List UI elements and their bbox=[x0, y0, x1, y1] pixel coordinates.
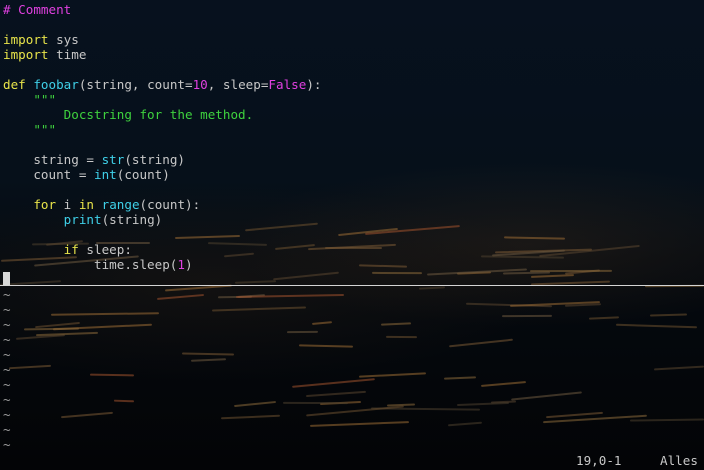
code-line[interactable]: print(string) bbox=[3, 212, 163, 227]
code-token: (string) bbox=[101, 212, 163, 227]
code-token: ) bbox=[184, 257, 193, 272]
code-token: count = bbox=[3, 167, 94, 182]
code-line[interactable]: def foobar(string, count=10, sleep=False… bbox=[3, 77, 322, 92]
empty-line-marker: ~ bbox=[3, 317, 11, 332]
code-token: (string, count= bbox=[78, 77, 193, 92]
code-token: (count): bbox=[139, 197, 201, 212]
code-token: foobar bbox=[33, 77, 79, 92]
empty-line-marker: ~ bbox=[3, 377, 11, 392]
code-line[interactable]: if sleep: bbox=[3, 242, 132, 257]
code-line[interactable]: string = str(string) bbox=[3, 152, 185, 167]
code-token: str bbox=[101, 152, 125, 167]
code-token: # Comment bbox=[3, 2, 72, 17]
empty-line-marker: ~ bbox=[3, 302, 11, 317]
empty-line-marker: ~ bbox=[3, 422, 11, 437]
code-token: time.sleep( bbox=[3, 257, 178, 272]
vim-editor[interactable]: # Comment import sys import time def foobar… bbox=[0, 0, 704, 470]
code-token: import bbox=[3, 47, 49, 62]
code-token: string = bbox=[3, 152, 102, 167]
code-line[interactable]: count = int(count) bbox=[3, 167, 170, 182]
code-token: import bbox=[3, 32, 49, 47]
code-line[interactable]: time.sleep(1) bbox=[3, 257, 193, 272]
code-token: range bbox=[101, 197, 140, 212]
code-token: for bbox=[33, 197, 57, 212]
code-token: , sleep= bbox=[207, 77, 269, 92]
code-line[interactable]: import time bbox=[3, 47, 86, 62]
code-token: sleep: bbox=[78, 242, 132, 257]
code-token: i bbox=[56, 197, 79, 212]
code-line[interactable]: # Comment bbox=[3, 2, 71, 17]
code-token: in bbox=[78, 197, 95, 212]
code-token: time bbox=[48, 47, 87, 62]
code-token: if bbox=[63, 242, 79, 257]
empty-line-marker: ~ bbox=[3, 332, 11, 347]
code-token: sys bbox=[48, 32, 79, 47]
code-token: False bbox=[268, 77, 307, 92]
code-token: 1 bbox=[177, 257, 185, 272]
code-line[interactable]: for i in range(count): bbox=[3, 197, 200, 212]
code-token: (count) bbox=[116, 167, 170, 182]
empty-line-marker: ~ bbox=[3, 362, 11, 377]
code-token: print bbox=[63, 212, 102, 227]
empty-line-marker: ~ bbox=[3, 407, 11, 422]
code-line[interactable]: """ bbox=[3, 122, 56, 137]
code-line[interactable]: """ bbox=[3, 92, 56, 107]
code-token: """ bbox=[33, 92, 57, 107]
code-line[interactable]: import sys bbox=[3, 32, 79, 47]
code-line[interactable]: Docstring for the method. bbox=[3, 107, 254, 122]
code-token: def bbox=[3, 77, 26, 92]
empty-line-marker: ~ bbox=[3, 392, 11, 407]
code-token: 10 bbox=[192, 77, 208, 92]
cursor-position: 19,0-1 bbox=[576, 453, 622, 468]
code-token: (string) bbox=[124, 152, 185, 167]
scroll-position: Alles bbox=[660, 453, 698, 468]
code-token: int bbox=[94, 167, 117, 182]
empty-line-marker: ~ bbox=[3, 287, 11, 302]
code-token: Docstring for the method. bbox=[3, 107, 254, 122]
code-token: """ bbox=[33, 122, 57, 137]
empty-line-marker: ~ bbox=[3, 347, 11, 362]
code-token: ): bbox=[306, 77, 322, 92]
window-split-divider[interactable] bbox=[0, 285, 704, 286]
empty-line-marker: ~ bbox=[3, 437, 11, 452]
text-cursor bbox=[3, 272, 10, 285]
